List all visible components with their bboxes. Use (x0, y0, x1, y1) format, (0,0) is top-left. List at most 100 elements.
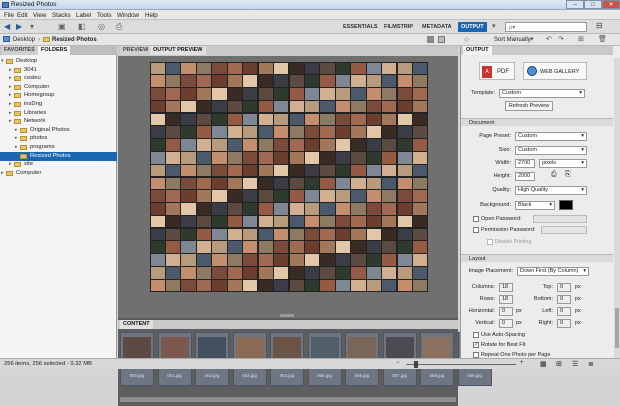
grid-view-icon[interactable]: ⊞ (556, 360, 562, 368)
zoom-in-icon[interactable]: + (520, 360, 524, 366)
sort-arrow-icon[interactable]: ▾ (530, 35, 534, 43)
disable-printing-checkbox[interactable] (487, 239, 493, 245)
open-password-checkbox[interactable] (473, 216, 479, 222)
right-input[interactable]: 0 (557, 319, 571, 328)
workspace-essentials[interactable]: ESSENTIALS (343, 22, 378, 32)
collage-photo (165, 266, 181, 279)
zoom-out-icon[interactable]: − (396, 360, 400, 366)
workspace-output[interactable]: OUTPUT (458, 22, 487, 32)
star-filter-icon[interactable]: ☆ (463, 35, 470, 44)
background-color-swatch[interactable] (559, 200, 573, 210)
collage-photo (227, 113, 242, 126)
splitter-handle[interactable] (280, 314, 294, 317)
menu-help[interactable]: Help (145, 12, 158, 19)
output-icon[interactable]: ⎙ (116, 22, 122, 32)
menu-label[interactable]: Label (76, 12, 91, 19)
pdf-button[interactable]: A PDF (479, 62, 515, 80)
search-input[interactable]: ρ▾ (505, 22, 587, 32)
view-grid-icon[interactable] (427, 36, 434, 43)
refresh-preview-button[interactable]: Refresh Preview (505, 101, 553, 111)
landscape-icon[interactable]: ⎘ (565, 171, 571, 179)
collage-photo (227, 177, 242, 190)
refine-icon[interactable]: ◧ (78, 22, 86, 31)
rotate-left-icon[interactable]: ↶ (546, 35, 552, 43)
rotate-best-fit-checkbox[interactable]: ✓ (473, 342, 479, 348)
rows-input[interactable]: 18 (499, 295, 513, 304)
new-folder-icon[interactable]: ⊞ (578, 35, 584, 43)
folder-icon (6, 59, 13, 64)
expand-arrow-icon[interactable]: ▸ (1, 169, 4, 178)
background-select[interactable]: Black ▾ (515, 201, 555, 210)
thumbnail-image (348, 337, 376, 359)
vertical-input[interactable]: 0 (499, 319, 513, 328)
menu-window[interactable]: Window (117, 12, 139, 19)
collage-photo (397, 279, 412, 292)
open-password-input[interactable] (533, 215, 587, 223)
list-view-icon[interactable]: ≣ (588, 360, 594, 368)
thumbnail-size-slider[interactable] (406, 364, 516, 365)
image-placement-select[interactable]: Down First (By Column) ▾ (517, 267, 589, 276)
menu-tools[interactable]: Tools (97, 12, 111, 19)
tab-folders[interactable]: FOLDERS (38, 46, 71, 55)
width-input[interactable]: 2700 (515, 159, 535, 168)
details-view-icon[interactable]: ☰ (572, 360, 578, 368)
slider-thumb[interactable] (414, 361, 418, 368)
collage-photo (243, 254, 258, 266)
maximize-button[interactable]: □ (584, 0, 602, 9)
tab-output-preview[interactable]: OUTPUT PREVIEW (150, 46, 206, 55)
collage-photo (351, 177, 366, 190)
collage-photo (366, 62, 381, 75)
section-document[interactable]: Document (461, 118, 613, 126)
workspace-filmstrip[interactable]: FILMSTRIP (384, 22, 413, 32)
template-select[interactable]: Custom ▾ (499, 89, 585, 98)
menu-edit[interactable]: Edit (17, 12, 28, 19)
sort-dropdown[interactable]: Sort Manually (494, 37, 531, 43)
unit-select[interactable]: pixels ▾ (539, 159, 587, 168)
breadcrumb-desktop[interactable]: Desktop (13, 37, 35, 43)
permission-password-input[interactable] (541, 226, 587, 234)
workspace-menu-icon[interactable]: ▾ (492, 22, 496, 30)
recent-folders-icon[interactable]: ▾ (30, 22, 34, 31)
collage-photo (274, 203, 289, 215)
delete-icon[interactable]: 🗑 (598, 35, 607, 43)
columns-input[interactable]: 18 (499, 283, 513, 292)
collage-photo (382, 203, 397, 215)
menu-stacks[interactable]: Stacks (52, 12, 71, 19)
back-icon[interactable]: ◀ (4, 22, 10, 31)
horizontal-scrollbar[interactable] (120, 397, 456, 402)
portrait-icon[interactable]: ⎙ (551, 171, 557, 179)
collage-photo (150, 177, 165, 190)
tab-favorites[interactable]: FAVORITES (1, 46, 38, 55)
search-options-icon[interactable]: ⊟ (596, 21, 603, 30)
output-panel-scrollbar[interactable] (614, 58, 620, 358)
workspace-metadata[interactable]: METADATA (422, 22, 452, 32)
quality-select[interactable]: High Quality ▾ (515, 186, 587, 195)
left-input[interactable]: 0 (557, 307, 571, 316)
page-preset-select[interactable]: Custom ▾ (515, 132, 587, 141)
minimize-button[interactable]: – (566, 0, 584, 9)
permission-password-checkbox[interactable] (473, 227, 479, 233)
forward-icon[interactable]: ▶ (16, 22, 22, 31)
camera-icon[interactable]: ▣ (58, 22, 66, 31)
menu-file[interactable]: File (4, 12, 14, 19)
web-gallery-button[interactable]: WEB GALLERY (523, 62, 587, 80)
view-list-icon[interactable] (438, 36, 445, 43)
folder-tree-item[interactable]: ▸ Computer (0, 169, 117, 178)
menu-view[interactable]: View (33, 12, 46, 19)
bottom-input[interactable]: 0 (557, 295, 571, 304)
close-button[interactable]: ✕ (602, 0, 620, 9)
document-section-title: Document (469, 120, 495, 126)
collage-photo (351, 151, 366, 164)
lock-icon[interactable]: ▦ (540, 360, 547, 368)
tab-output[interactable]: OUTPUT (463, 46, 492, 55)
tab-preview[interactable]: PREVIEW (120, 46, 152, 55)
horizontal-input[interactable]: 0 (499, 307, 513, 316)
rotate-right-icon[interactable]: ↷ (558, 35, 564, 43)
auto-spacing-checkbox[interactable] (473, 332, 479, 338)
breadcrumb-resized-photos[interactable]: Resized Photos (52, 37, 97, 43)
section-layout[interactable]: Layout (461, 254, 613, 262)
height-input[interactable]: 2000 (515, 172, 535, 181)
size-select[interactable]: Custom ▾ (515, 146, 587, 155)
open-in-camera-raw-icon[interactable]: ◎ (98, 22, 105, 31)
top-input[interactable]: 0 (557, 283, 571, 292)
